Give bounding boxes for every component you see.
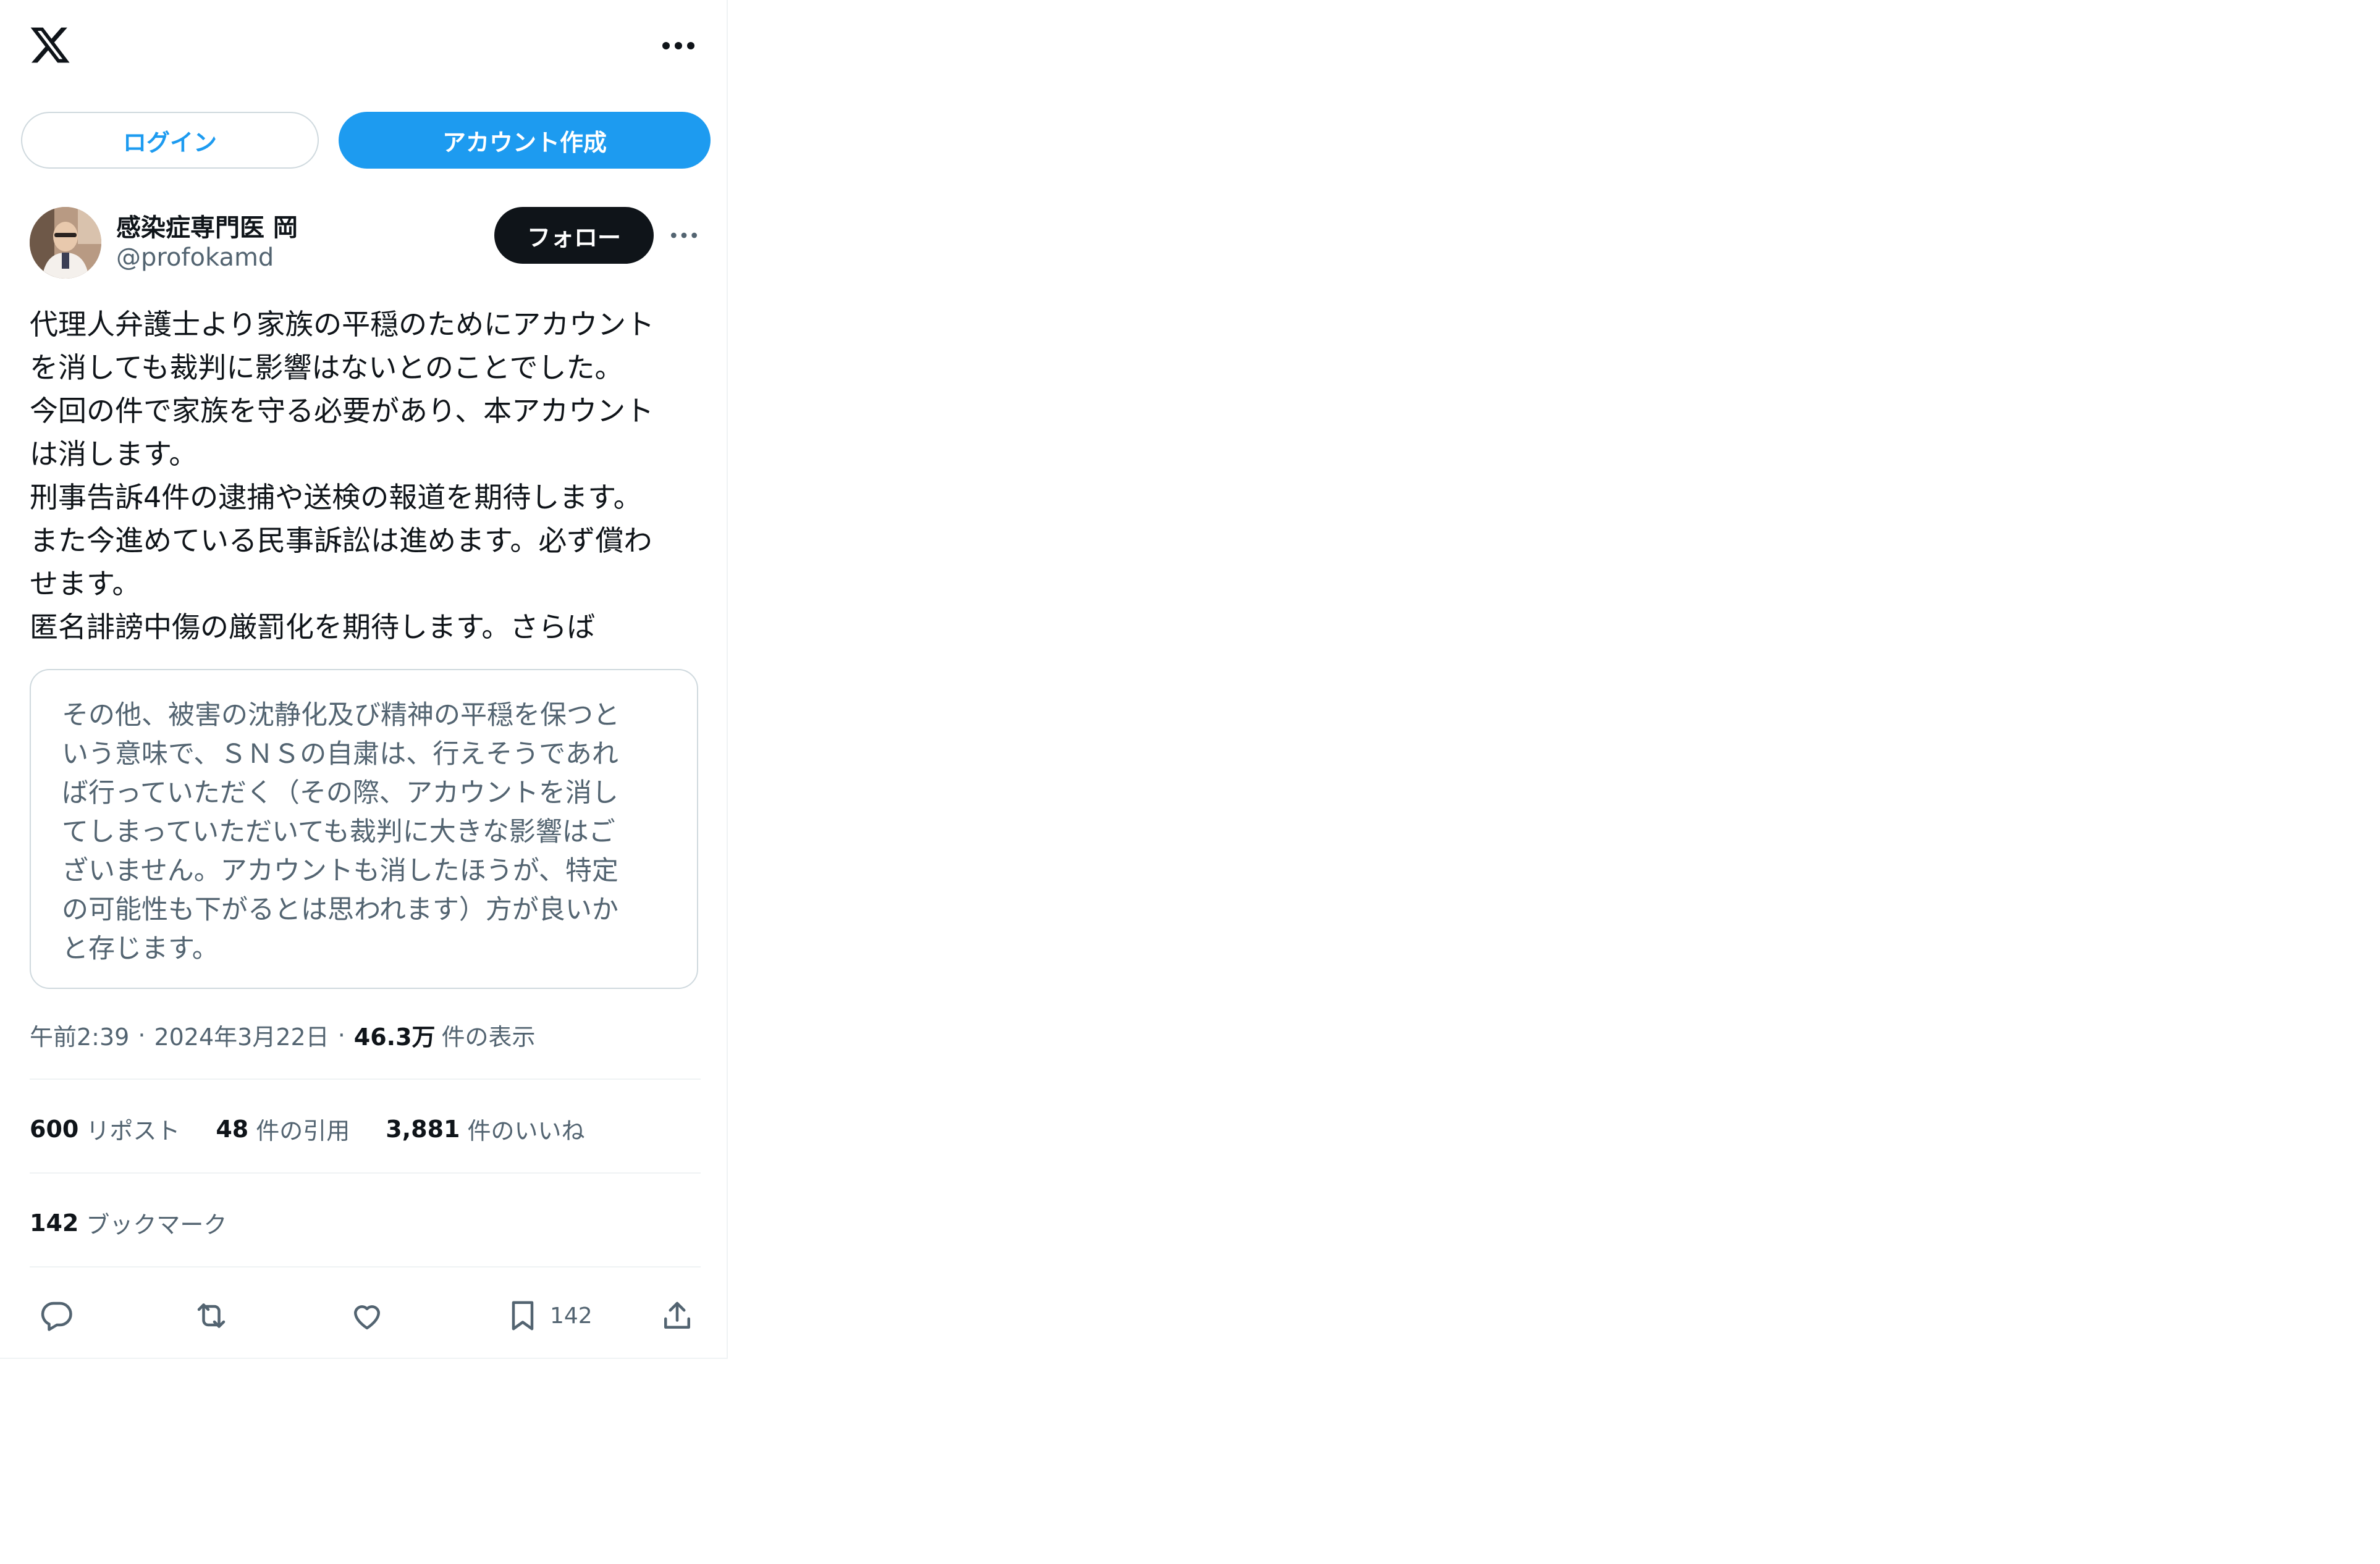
bookmark-button[interactable]: 142	[504, 1294, 593, 1337]
reposts-label: リポスト	[86, 1117, 180, 1145]
reposts-count: 600	[30, 1115, 79, 1143]
auth-buttons: ログイン アカウント作成	[21, 112, 711, 169]
divider	[30, 1078, 701, 1080]
tweet-actions: 142	[0, 1288, 727, 1343]
tweet-page-column: ログイン アカウント作成 感染症専門医 岡 @profokamd フォロー 代理…	[0, 0, 728, 1359]
bookmarks-stat[interactable]: 142 ブックマーク	[30, 1206, 227, 1240]
quoted-text: その他、被害の沈静化及び精神の平穏を保つと いう意味で、ＳＮＳの自粛は、行えそう…	[62, 700, 620, 964]
tweet-more-icon[interactable]	[669, 221, 699, 250]
quotes-label: 件の引用	[256, 1117, 350, 1145]
heart-icon	[348, 1297, 386, 1334]
tweet-text: 代理人弁護士より家族の平穏のためにアカウント を消しても裁判に影響はないとのこと…	[30, 308, 655, 644]
divider	[30, 1172, 701, 1174]
author-display-name[interactable]: 感染症専門医 岡	[116, 208, 298, 243]
like-button[interactable]	[348, 1294, 386, 1337]
author-handle[interactable]: @profokamd	[116, 243, 274, 272]
repost-icon	[193, 1297, 230, 1334]
share-icon	[659, 1297, 696, 1334]
reply-button[interactable]	[38, 1294, 75, 1337]
follow-button[interactable]: フォロー	[494, 207, 654, 264]
bookmark-icon	[504, 1297, 541, 1334]
quotes-stat[interactable]: 48 件の引用	[216, 1112, 350, 1146]
bookmarks-count: 142	[30, 1209, 79, 1237]
top-bar	[0, 0, 727, 93]
likes-count: 3,881	[386, 1115, 460, 1143]
tweet-time[interactable]: 午前2:39	[30, 1018, 129, 1052]
likes-stat[interactable]: 3,881 件のいいね	[386, 1112, 584, 1146]
login-button[interactable]: ログイン	[21, 112, 319, 169]
tweet-meta: 午前2:39 · 2024年3月22日 · 46.3万 件の表示	[30, 1018, 536, 1052]
divider	[30, 1266, 701, 1268]
more-horizontal-icon[interactable]	[660, 31, 697, 61]
engagement-stats: 600 リポスト 48 件の引用 3,881 件のいいね	[30, 1112, 620, 1146]
repost-button[interactable]	[193, 1294, 230, 1337]
reply-icon	[38, 1297, 75, 1334]
likes-label: 件のいいね	[467, 1117, 585, 1145]
quoted-image-card[interactable]: その他、被害の沈静化及び精神の平穏を保つと いう意味で、ＳＮＳの自粛は、行えそう…	[30, 669, 698, 989]
share-button[interactable]	[659, 1294, 696, 1337]
bookmark-count: 142	[550, 1303, 593, 1329]
meta-separator: ·	[138, 1021, 146, 1049]
tweet-date[interactable]: 2024年3月22日	[154, 1018, 329, 1052]
reposts-stat[interactable]: 600 リポスト	[30, 1112, 180, 1146]
view-count: 46.3万	[353, 1024, 436, 1051]
quotes-count: 48	[216, 1115, 249, 1143]
view-count-label: 件の表示	[441, 1024, 536, 1051]
bookmarks-label: ブックマーク	[86, 1211, 227, 1238]
x-logo-icon[interactable]	[28, 23, 72, 67]
meta-separator: ·	[337, 1021, 345, 1049]
create-account-button[interactable]: アカウント作成	[339, 112, 711, 169]
avatar[interactable]	[30, 207, 101, 279]
